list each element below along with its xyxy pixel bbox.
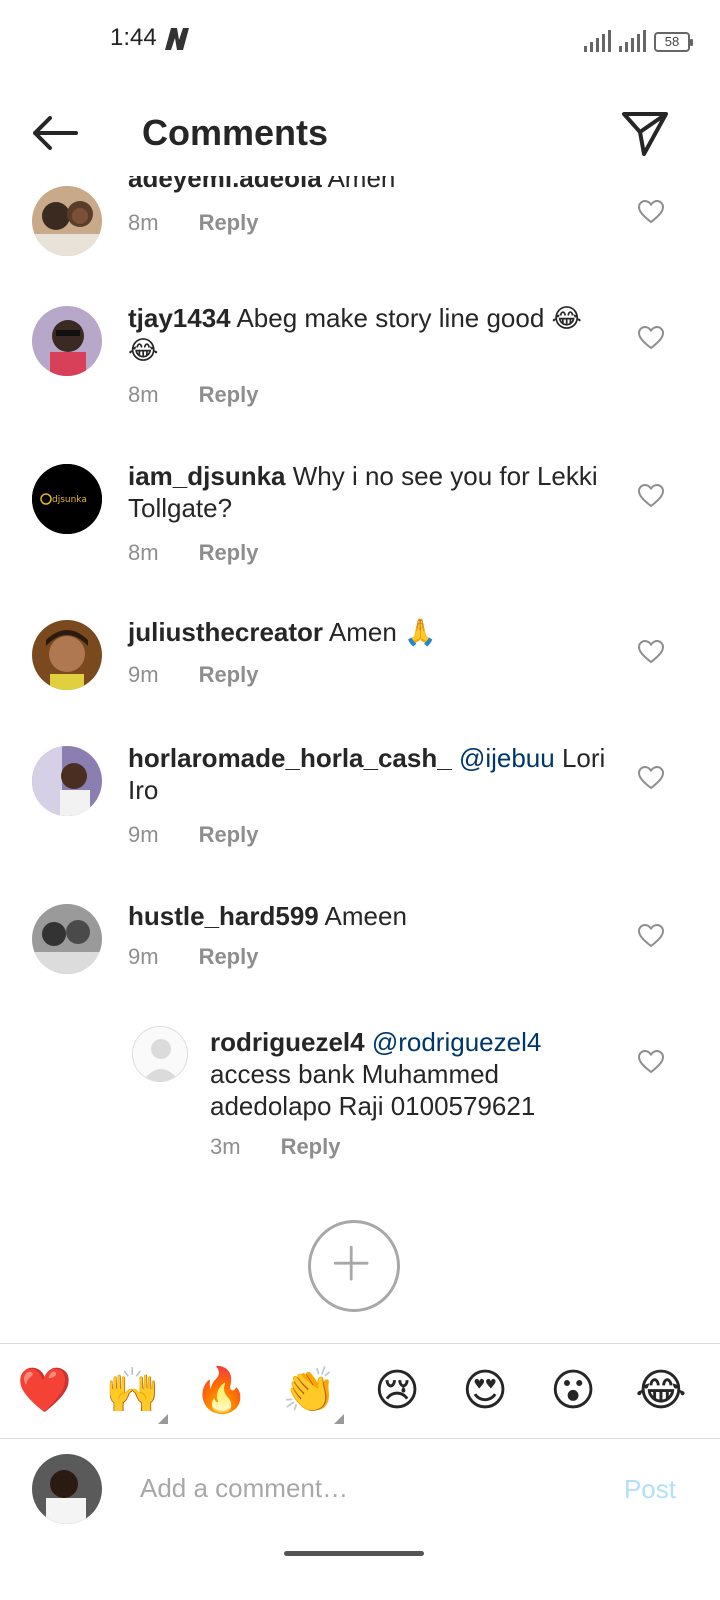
comment-username[interactable]: hustle_hard599 [128,901,319,931]
signal-icon [619,30,646,52]
quick-emoji-bar: ❤️ 🙌 🔥 👏 😢 😍 😮 😂 [0,1344,720,1438]
comment-username[interactable]: adeyemi.adeola [128,176,322,193]
reply-button[interactable]: Reply [281,1134,341,1160]
like-heart-icon[interactable] [638,1050,664,1074]
like-heart-icon[interactable] [638,640,664,664]
status-bar: 1:44 58 [0,0,720,80]
comment-username[interactable]: horlaromade_horla_cash_ [128,743,452,773]
plus-icon [333,1245,369,1281]
comment-time: 9m [128,822,159,847]
reply-button[interactable]: Reply [199,540,259,566]
comment-item: hustle_hard599 Ameen 9m Reply [0,900,720,1000]
page-title: Comments [142,112,329,153]
like-heart-icon[interactable] [638,200,664,224]
comment-meta: 3m Reply [210,1134,340,1160]
send-icon[interactable] [620,108,670,158]
skin-tone-indicator-icon [334,1414,344,1424]
comment-input[interactable] [140,1468,580,1508]
default-avatar-icon[interactable] [132,1026,188,1082]
comment-item: adeyemi.adeola Amen 8m Reply [0,176,720,272]
comment-meta: 8m Reply [128,210,258,236]
reply-button[interactable]: Reply [199,822,259,848]
like-heart-icon[interactable] [638,924,664,948]
status-time: 1:44 [110,24,157,51]
comment-time: 8m [128,540,159,565]
post-button[interactable]: Post [624,1474,676,1505]
comment-meta: 8m Reply [128,382,258,408]
comment-reply-item: rodriguezel4 @rodriguezel4 access bank M… [0,1026,720,1166]
comments-list[interactable]: adeyemi.adeola Amen 8m Reply tjay1434 Ab… [0,176,720,1336]
battery-icon: 58 [654,32,693,52]
back-arrow-icon[interactable] [28,110,80,156]
comment-meta: 8m Reply [128,540,258,566]
crying-emoji-button[interactable]: 😢 [370,1364,424,1418]
comment-text: adeyemi.adeola Amen [128,176,608,194]
laughing-emoji-button[interactable]: 😂 [634,1364,688,1418]
comment-username[interactable]: juliusthecreator [128,617,323,647]
comment-username[interactable]: iam_djsunka [128,461,286,491]
like-heart-icon[interactable] [638,484,664,508]
avatar[interactable] [32,186,102,256]
raised-hands-emoji-button[interactable]: 🙌 [105,1364,160,1418]
heart-emoji-button[interactable]: ❤️ [17,1364,72,1418]
netflix-notification-icon [165,28,189,50]
comment-time: 8m [128,382,159,407]
current-user-avatar [32,1454,102,1524]
comment-message: Amen 🙏 [328,617,437,647]
comment-time: 9m [128,662,159,687]
comment-username[interactable]: tjay1434 [128,303,231,333]
like-heart-icon[interactable] [638,766,664,790]
fire-emoji-button[interactable]: 🔥 [194,1364,249,1418]
comment-item: tjay1434 Abeg make story line good 😂😂 8m… [0,302,720,432]
avatar[interactable] [32,306,102,376]
reply-button[interactable]: Reply [199,662,259,688]
avatar[interactable] [32,620,102,690]
divider [0,1438,720,1439]
comment-meta: 9m Reply [128,662,258,688]
comment-time: 8m [128,210,159,235]
comment-text: hustle_hard599 Ameen [128,900,608,932]
reply-button[interactable]: Reply [199,382,259,408]
comment-composer: Post [0,1440,720,1550]
avatar[interactable] [32,904,102,974]
comment-message: Ameen [324,901,407,931]
comment-text: juliusthecreator Amen 🙏 [128,616,608,648]
djsunka-logo-text: djsunka [52,495,87,505]
like-heart-icon[interactable] [638,326,664,350]
comment-username[interactable]: rodriguezel4 [210,1027,365,1057]
load-more-button[interactable] [308,1220,400,1312]
comment-text: horlaromade_horla_cash_ @ijebuu Lori Iro [128,742,608,806]
surprised-emoji-button[interactable]: 😮 [546,1364,600,1418]
clapping-emoji-button[interactable]: 👏 [282,1364,337,1418]
comment-time: 3m [210,1134,241,1159]
comment-mention[interactable]: @ijebuu [459,743,555,773]
comment-message: Amen [327,176,396,193]
signal-icon [584,30,611,52]
status-indicators: 58 [584,26,693,52]
reply-button[interactable]: Reply [199,210,259,236]
comment-meta: 9m Reply [128,822,258,848]
comment-item: juliusthecreator Amen 🙏 9m Reply [0,616,720,716]
comment-text: rodriguezel4 @rodriguezel4 access bank M… [210,1026,610,1122]
avatar[interactable] [32,746,102,816]
comment-meta: 9m Reply [128,944,258,970]
avatar[interactable]: djsunka [32,464,102,534]
skin-tone-indicator-icon [158,1414,168,1424]
heart-eyes-emoji-button[interactable]: 😍 [458,1364,512,1418]
comment-time: 9m [128,944,159,969]
reply-button[interactable]: Reply [199,944,259,970]
comment-mention[interactable]: @rodriguezel4 [372,1027,541,1057]
comment-message: access bank Muhammed adedolapo Raji 0100… [210,1059,536,1121]
home-indicator[interactable] [284,1551,424,1556]
comment-text: iam_djsunka Why i no see you for Lekki T… [128,460,608,524]
header: Comments [0,92,720,176]
comment-item: horlaromade_horla_cash_ @ijebuu Lori Iro… [0,742,720,872]
comment-text: tjay1434 Abeg make story line good 😂😂 [128,302,608,366]
comment-item: djsunka iam_djsunka Why i no see you for… [0,460,720,590]
